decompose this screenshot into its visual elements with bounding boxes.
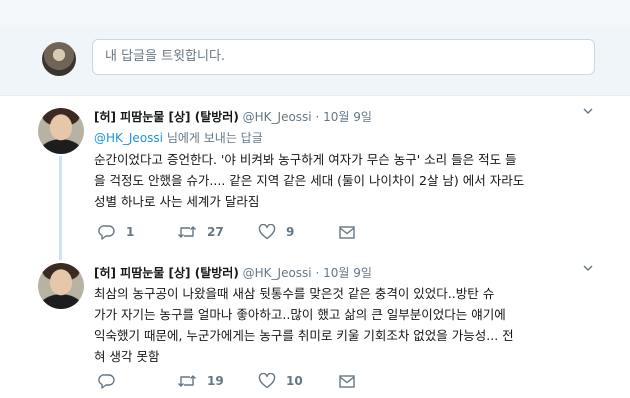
handle[interactable]: @HK_Jeossi [243,110,312,124]
reply-icon [98,225,115,240]
tweet-text-line: 을 걱정도 안했을 슈가.... 같은 지역 같은 세대 (둘이 나이차이 2살… [94,173,525,188]
separator: · [315,266,320,280]
retweet-button[interactable]: 19 [177,373,224,389]
tweet-text-line: 순간이었다고 증언한다. '야 비켜봐 농구하게 여자가 무슨 농구' 소리 들… [94,152,517,167]
retweet-icon [178,375,196,387]
tweet-text-line: 익숙했기 때문에, 누군가에게는 농구를 취미로 키울 기회조차 없었을 가능성… [94,328,514,343]
reply-button[interactable] [98,373,126,389]
reply-button[interactable]: 1 [98,224,134,240]
tweet-text-line: 혀 생각 못함 [94,349,160,364]
avatar[interactable] [38,108,84,154]
avatar[interactable] [42,42,76,76]
timestamp[interactable]: 10월 9일 [323,266,372,280]
reply-count: 1 [126,225,135,239]
envelope-icon [339,375,355,388]
avatar[interactable] [38,263,84,309]
tweet-text: 순간이었다고 증언한다. '야 비켜봐 농구하게 여자가 무슨 농구' 소리 들… [94,149,614,212]
retweet-icon [178,226,196,238]
top-band [0,0,630,25]
reply-context-text: 님에게 보내는 답글 [163,131,263,145]
like-button[interactable]: 10 [258,373,303,389]
tweet-header: [허] 피땀눈물 [상] (탈방러) @HK_Jeossi · 10월 9일 [94,108,372,125]
retweet-button[interactable]: 27 [177,224,224,240]
tweet: [허] 피땀눈물 [상] (탈방러) @HK_Jeossi · 10월 9일 최… [0,257,630,398]
timestamp[interactable]: 10월 9일 [323,110,372,124]
tweet: [허] 피땀눈물 [상] (탈방러) @HK_Jeossi · 10월 9일 @… [0,96,630,256]
tweet-text-line: 최삼의 농구공이 나왔을때 새삼 뒷통수를 맞은것 같은 충격이 있었다..방탄… [94,286,495,301]
like-button[interactable]: 9 [258,224,294,240]
separator: · [315,110,320,124]
handle[interactable]: @HK_Jeossi [243,266,312,280]
tweet-header: [허] 피땀눈물 [상] (탈방러) @HK_Jeossi · 10월 9일 [94,264,372,281]
tweet-text-line: 가가 자기는 농구를 얼마나 좋아하고..많이 했고 삶의 큰 일부분이었다는 … [94,307,506,322]
thread-connector [59,156,62,260]
display-name[interactable]: [허] 피땀눈물 [상] (탈방러) [94,110,239,124]
reply-composer: 내 답글을 트윗합니다. [0,25,630,96]
display-name[interactable]: [허] 피땀눈물 [상] (탈방러) [94,266,239,280]
like-count: 10 [286,374,303,388]
like-count: 9 [286,225,295,239]
tweet-text-line: 성별 하나로 사는 세계가 달라짐 [94,194,260,209]
envelope-icon [339,226,355,239]
tweet-text: 최삼의 농구공이 나왔을때 새삼 뒷통수를 맞은것 같은 충격이 있었다..방탄… [94,283,614,367]
mention-link[interactable]: @HK_Jeossi [94,131,163,145]
heart-icon [258,373,276,389]
retweet-count: 27 [207,225,224,239]
reply-context: @HK_Jeossi 님에게 보내는 답글 [94,129,263,146]
direct-message-button[interactable] [338,373,356,389]
reply-input[interactable]: 내 답글을 트윗합니다. [92,39,595,75]
chevron-down-icon[interactable] [583,106,593,116]
retweet-count: 19 [207,374,224,388]
heart-icon [258,224,276,240]
direct-message-button[interactable] [338,224,356,240]
chevron-down-icon[interactable] [583,263,593,273]
reply-icon [98,374,115,389]
